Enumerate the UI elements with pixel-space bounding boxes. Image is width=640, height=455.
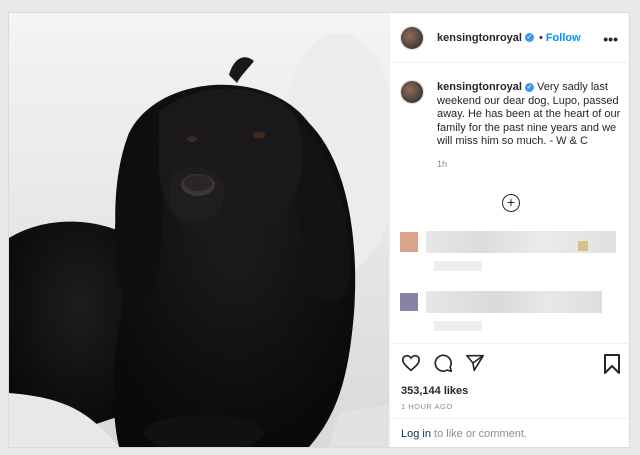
login-prompt: Log in to like or comment. — [390, 418, 629, 447]
instagram-post: kensingtonroyal ✓ • Follow ••• kensingto… — [8, 12, 630, 448]
login-link[interactable]: Log in — [401, 428, 431, 440]
likes-count[interactable]: 353,144 likes — [401, 385, 468, 397]
add-comment-icon[interactable]: + — [502, 194, 520, 212]
avatar[interactable] — [401, 26, 423, 49]
comment-icon[interactable] — [433, 353, 453, 373]
heart-icon[interactable] — [401, 354, 421, 372]
dog-photo-image — [9, 13, 389, 447]
caption-username[interactable]: kensingtonroyal — [437, 81, 522, 93]
follow-button[interactable]: Follow — [546, 32, 581, 44]
action-icons — [401, 352, 485, 374]
login-prompt-text: to like or comment. — [430, 428, 527, 440]
verified-badge-icon: ✓ — [524, 82, 534, 92]
bookmark-icon[interactable] — [604, 354, 620, 374]
post-timestamp[interactable]: 1 HOUR AGO — [401, 402, 453, 411]
post-sidebar: kensingtonroyal ✓ • Follow ••• kensingto… — [389, 13, 629, 447]
caption-block: kensingtonroyal ✓ Very sadly last weekend… — [401, 81, 623, 169]
action-bar: 353,144 likes 1 HOUR AGO Log in to like … — [390, 343, 629, 447]
username-link[interactable]: kensingtonroyal — [437, 32, 522, 44]
verified-badge-icon: ✓ — [524, 33, 534, 42]
more-options-icon[interactable]: ••• — [603, 31, 618, 47]
caption-text: kensingtonroyal ✓ Very sadly last weekend… — [437, 81, 623, 149]
caption-time: 1h — [437, 158, 448, 169]
separator-dot: • — [538, 31, 543, 44]
post-photo[interactable] — [9, 13, 389, 447]
post-header: kensingtonroyal ✓ • Follow ••• — [390, 13, 629, 63]
share-icon[interactable] — [465, 354, 485, 372]
caption-avatar[interactable] — [401, 81, 423, 103]
